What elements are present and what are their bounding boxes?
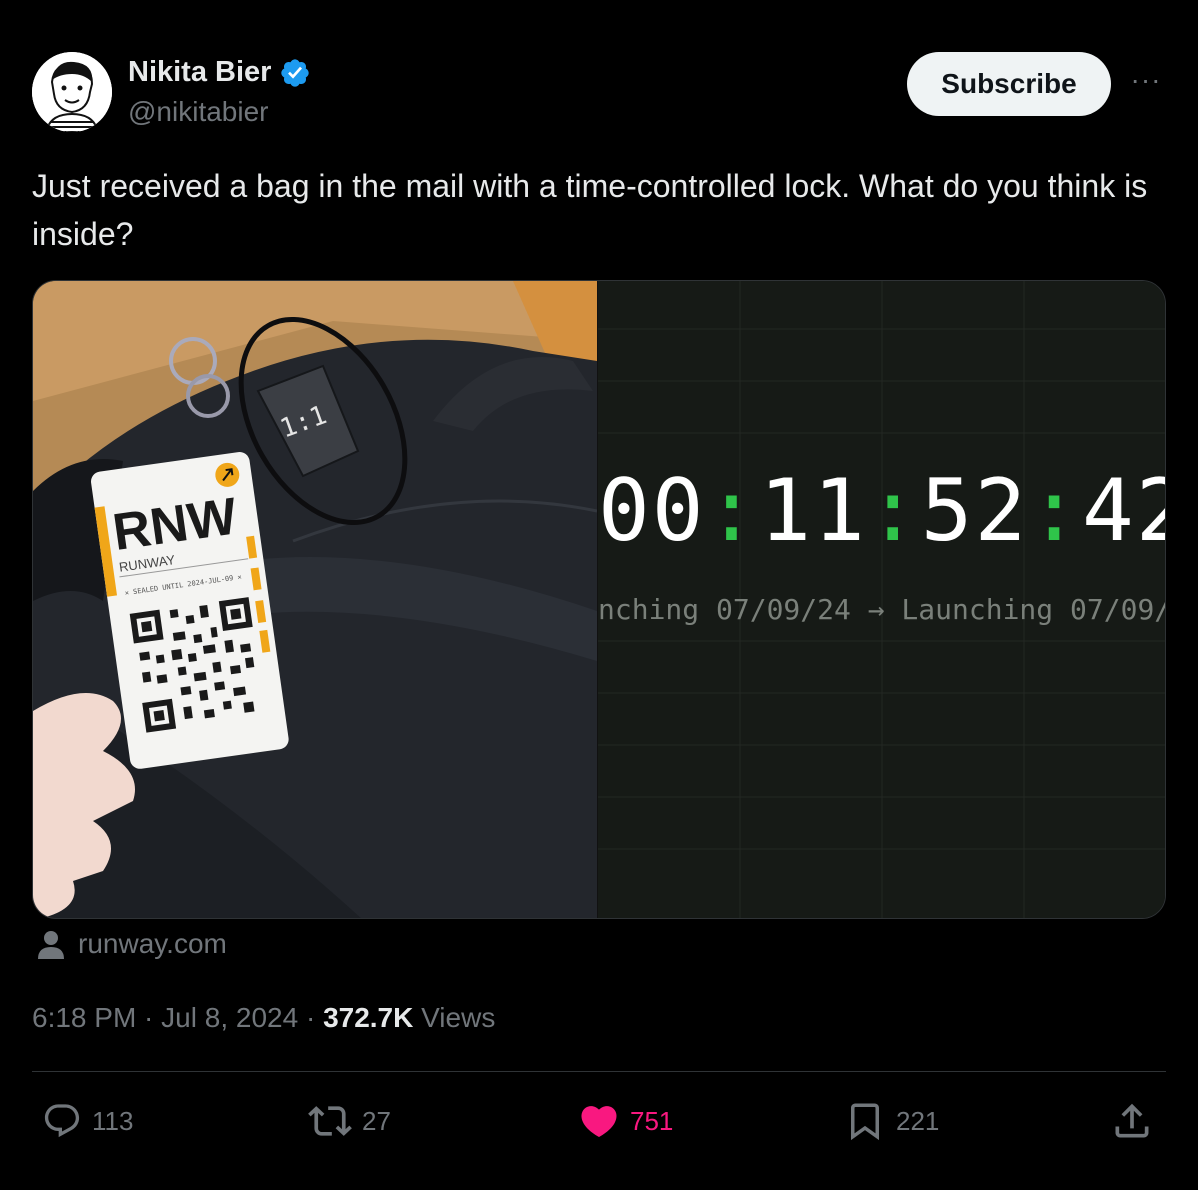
name-row: Nikita Bier <box>128 56 311 89</box>
source-link[interactable]: runway.com <box>36 928 227 960</box>
repost-icon <box>308 1106 352 1136</box>
reply-icon <box>44 1104 80 1138</box>
reply-button[interactable]: 113 <box>42 1096 133 1146</box>
tweet-media[interactable]: 1:1 RNW RUNWAY ✕ SEALED UNTIL 2024-JUL-0… <box>32 280 1166 919</box>
avatar[interactable] <box>32 52 112 132</box>
handle[interactable]: @nikitabier <box>128 96 268 128</box>
display-name[interactable]: Nikita Bier <box>128 56 271 89</box>
repost-count: 27 <box>362 1105 391 1136</box>
countdown-screen[interactable]: 00:11:52:42 nching 07/09/24 → Launching … <box>598 281 1165 918</box>
views-label: Views <box>421 1002 496 1033</box>
like-button[interactable]: 751 <box>578 1096 673 1146</box>
timer-colon: : <box>866 461 921 561</box>
timer-seconds: 52 <box>920 461 1029 561</box>
share-button[interactable] <box>1110 1096 1154 1146</box>
bag-photo[interactable]: 1:1 RNW RUNWAY ✕ SEALED UNTIL 2024-JUL-0… <box>33 281 597 918</box>
person-icon <box>38 931 64 959</box>
more-options-icon[interactable]: ··· <box>1128 66 1164 98</box>
like-count: 751 <box>630 1105 674 1136</box>
bookmark-button[interactable]: 221 <box>844 1096 939 1146</box>
timer-colon: : <box>1028 461 1083 561</box>
bag-photo-illustration: 1:1 RNW RUNWAY ✕ SEALED UNTIL 2024-JUL-0… <box>33 281 597 918</box>
reply-count: 113 <box>92 1105 134 1136</box>
action-bar: 113 27 751 221 <box>32 1096 1166 1146</box>
countdown-timer: 00:11:52:42 <box>598 461 1165 561</box>
timer-minutes: 11 <box>759 461 867 561</box>
tweet-meta: 6:18 PM · Jul 8, 2024 · 372.7K Views <box>32 1002 495 1034</box>
bookmark-count: 221 <box>896 1105 940 1136</box>
launch-ticker: nching 07/09/24 → Launching 07/09/24 → <box>598 593 1165 626</box>
source-domain[interactable]: runway.com <box>78 928 227 960</box>
meta-separator: · <box>136 1002 162 1033</box>
heart-icon <box>581 1106 617 1138</box>
meta-separator: · <box>298 1002 324 1033</box>
tweet-header: Nikita Bier @nikitabier Subscribe ··· <box>32 52 1166 132</box>
verified-badge-icon[interactable] <box>279 57 311 89</box>
share-icon <box>1115 1103 1149 1138</box>
post-time[interactable]: 6:18 PM <box>32 1002 136 1033</box>
views-count: 372.7K <box>323 1002 414 1033</box>
avatar-illustration <box>32 52 112 132</box>
timer-colon: : <box>705 461 760 561</box>
subscribe-button[interactable]: Subscribe <box>907 52 1111 116</box>
timer-hours: 00 <box>598 461 706 561</box>
repost-button[interactable]: 27 <box>308 1096 391 1146</box>
divider <box>32 1071 1166 1072</box>
tweet-text: Just received a bag in the mail with a t… <box>32 168 1148 252</box>
bookmark-icon <box>851 1103 879 1141</box>
timer-frames: 42 <box>1082 461 1165 561</box>
post-date[interactable]: Jul 8, 2024 <box>161 1002 298 1033</box>
